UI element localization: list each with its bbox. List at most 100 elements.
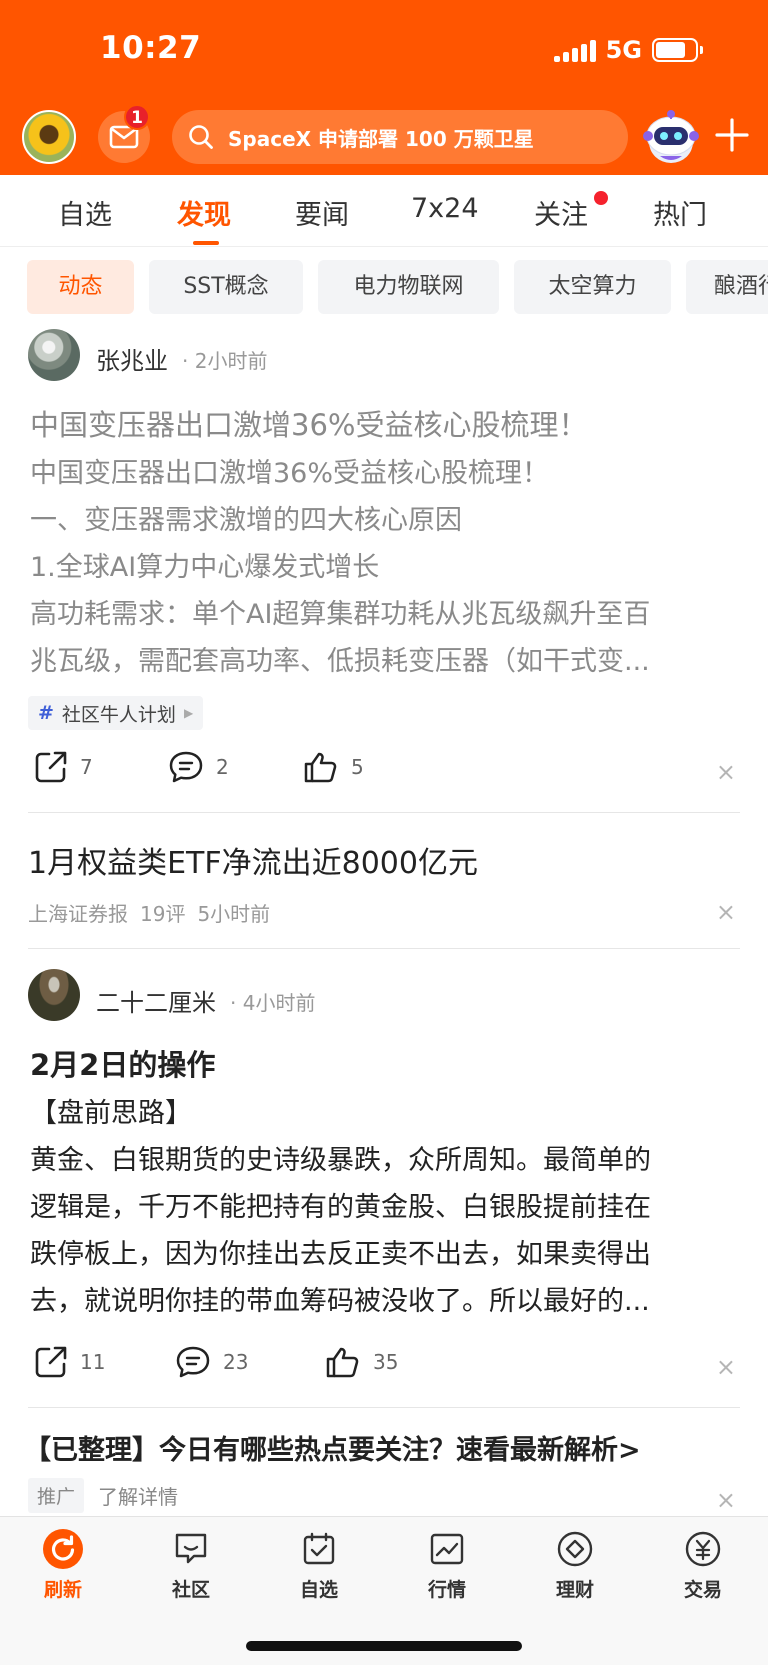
mail-badge: 1 <box>124 104 150 130</box>
nav-trade[interactable]: 交易 <box>653 1529 753 1602</box>
trade-icon <box>683 1529 723 1569</box>
nav-label: 自选 <box>299 1579 338 1601</box>
hash-icon: # <box>38 702 54 724</box>
share-button[interactable]: 7 <box>34 750 93 784</box>
topic-chips: 动态 SST概念 电力物联网 太空算力 酿酒行 <box>0 260 768 316</box>
status-icons: 5G <box>553 36 703 64</box>
post-line: 1.全球AI算力中心爆发式增长 <box>30 552 380 583</box>
share-count: 7 <box>80 755 93 779</box>
post-line: 逻辑是，千万不能把持有的黄金股、白银股提前挂在 <box>30 1192 651 1223</box>
nav-market[interactable]: 行情 <box>397 1529 497 1602</box>
top-tabs: 自选 发现 要闻 7x24 关注 热门 <box>0 175 768 247</box>
like-count: 5 <box>351 755 364 779</box>
chip-space-compute[interactable]: 太空算力 <box>514 260 671 314</box>
post-time: · 2小时前 <box>182 349 268 373</box>
robot-assistant-icon[interactable] <box>640 106 702 168</box>
author-name[interactable]: 二十二厘米 <box>96 983 216 1018</box>
promo-meta: 推广 了解详情 <box>28 1478 178 1513</box>
signal-icon <box>553 38 596 62</box>
chip-dynamics[interactable]: 动态 <box>27 260 134 314</box>
comment-button[interactable]: 23 <box>175 1345 248 1379</box>
post-line: 高功耗需求：单个AI超算集群功耗从兆瓦级飙升至百 <box>30 599 651 630</box>
comment-button[interactable]: 2 <box>168 750 229 784</box>
feed-divider <box>28 948 740 949</box>
tab-watchlist[interactable]: 自选 <box>58 193 112 232</box>
nav-refresh[interactable]: 刷新 <box>13 1529 113 1602</box>
notification-dot <box>594 191 608 205</box>
post-line: 中国变压器出口激增36%受益核心股梳理！ <box>30 458 550 489</box>
comment-count: 2 <box>216 755 229 779</box>
arrow-right-icon: ▶ <box>183 706 194 720</box>
post-line: 【盘前思路】 <box>30 1098 192 1129</box>
news-meta: 上海证券报 19评 5小时前 <box>28 898 270 927</box>
nav-community[interactable]: 社区 <box>141 1529 241 1602</box>
chip-liquor[interactable]: 酿酒行 <box>686 260 768 314</box>
feed-divider <box>28 1407 740 1408</box>
topic-tag[interactable]: # 社区牛人计划 ▶ <box>28 696 204 730</box>
feed-divider <box>28 812 740 813</box>
plus-icon <box>715 118 749 152</box>
tab-discover[interactable]: 发现 <box>177 193 231 232</box>
home-indicator <box>246 1641 522 1651</box>
topic-label: 社区牛人计划 <box>61 703 176 726</box>
user-avatar[interactable] <box>22 110 76 164</box>
wealth-icon <box>555 1529 595 1569</box>
thumbs-up-icon <box>304 752 337 783</box>
search-placeholder: SpaceX 申请部署 100 万颗卫星 <box>228 126 534 151</box>
comment-icon <box>169 751 203 783</box>
battery-icon <box>652 38 703 62</box>
like-count: 35 <box>373 1350 399 1374</box>
news-source: 上海证券报 <box>28 902 128 926</box>
nav-label: 理财 <box>555 1579 594 1601</box>
share-button[interactable]: 11 <box>34 1345 105 1379</box>
like-button[interactable]: 35 <box>325 1345 398 1379</box>
nav-label: 刷新 <box>43 1579 82 1601</box>
chip-power-iot[interactable]: 电力物联网 <box>318 260 499 314</box>
dismiss-button[interactable]: × <box>716 760 736 784</box>
tab-7x24[interactable]: 7x24 <box>411 193 479 224</box>
promo-title[interactable]: 【已整理】今日有哪些热点要关注？速看最新解析> <box>24 1428 641 1467</box>
refresh-icon <box>43 1529 83 1569</box>
nav-label: 社区 <box>171 1579 210 1601</box>
learn-more-link[interactable]: 了解详情 <box>98 1481 178 1510</box>
search-bar[interactable]: SpaceX 申请部署 100 万颗卫星 <box>172 110 628 164</box>
post-line: 黄金、白银期货的史诗级暴跌，众所周知。最简单的 <box>30 1145 651 1176</box>
like-button[interactable]: 5 <box>303 750 364 784</box>
tab-news[interactable]: 要闻 <box>295 193 349 232</box>
network-label: 5G <box>605 36 642 64</box>
dismiss-button[interactable]: × <box>716 1355 736 1379</box>
post-time: · 4小时前 <box>230 991 316 1015</box>
chip-sst[interactable]: SST概念 <box>149 260 303 314</box>
ad-badge: 推广 <box>28 1478 85 1513</box>
news-comments: 19评 <box>140 902 186 926</box>
tab-following[interactable]: 关注 <box>534 193 588 232</box>
post-title[interactable]: 中国变压器出口激增36%受益核心股梳理！ <box>30 402 587 444</box>
share-icon <box>35 751 67 783</box>
post-line: 去，就说明你挂的带血筹码被没收了。所以最好的... <box>30 1286 650 1317</box>
news-title[interactable]: 1月权益类ETF净流出近8000亿元 <box>28 838 478 882</box>
add-button[interactable] <box>710 112 754 162</box>
share-icon <box>35 1346 67 1378</box>
tab-hot[interactable]: 热门 <box>653 193 707 232</box>
watchlist-icon <box>299 1529 339 1569</box>
author-avatar[interactable] <box>28 969 80 1021</box>
comment-count: 23 <box>223 1350 249 1374</box>
dismiss-button[interactable]: × <box>716 1488 736 1512</box>
news-time: 5小时前 <box>197 902 271 926</box>
nav-label: 交易 <box>683 1579 722 1601</box>
nav-wealth[interactable]: 理财 <box>525 1529 625 1602</box>
post-body[interactable]: 【盘前思路】 黄金、白银期货的史诗级暴跌，众所周知。最简单的 逻辑是，千万不能把… <box>30 1090 738 1325</box>
post-actions: 11 23 35 <box>0 1345 768 1391</box>
post-title[interactable]: 2月2日的操作 <box>30 1042 215 1084</box>
post-body[interactable]: 中国变压器出口激增36%受益核心股梳理！ 一、变压器需求激增的四大核心原因 1.… <box>30 450 738 685</box>
market-icon <box>427 1529 467 1569</box>
comment-icon <box>176 1346 210 1378</box>
dismiss-button[interactable]: × <box>716 900 736 924</box>
author-name[interactable]: 张兆业 <box>96 341 168 376</box>
post-line: 跌停板上，因为你挂出去反正卖不出去，如果卖得出 <box>30 1239 651 1270</box>
nav-label: 行情 <box>427 1579 466 1601</box>
thumbs-up-icon <box>326 1347 359 1378</box>
author-avatar[interactable] <box>28 329 80 381</box>
post-line: 一、变压器需求激增的四大核心原因 <box>30 505 462 536</box>
nav-watchlist[interactable]: 自选 <box>269 1529 369 1602</box>
